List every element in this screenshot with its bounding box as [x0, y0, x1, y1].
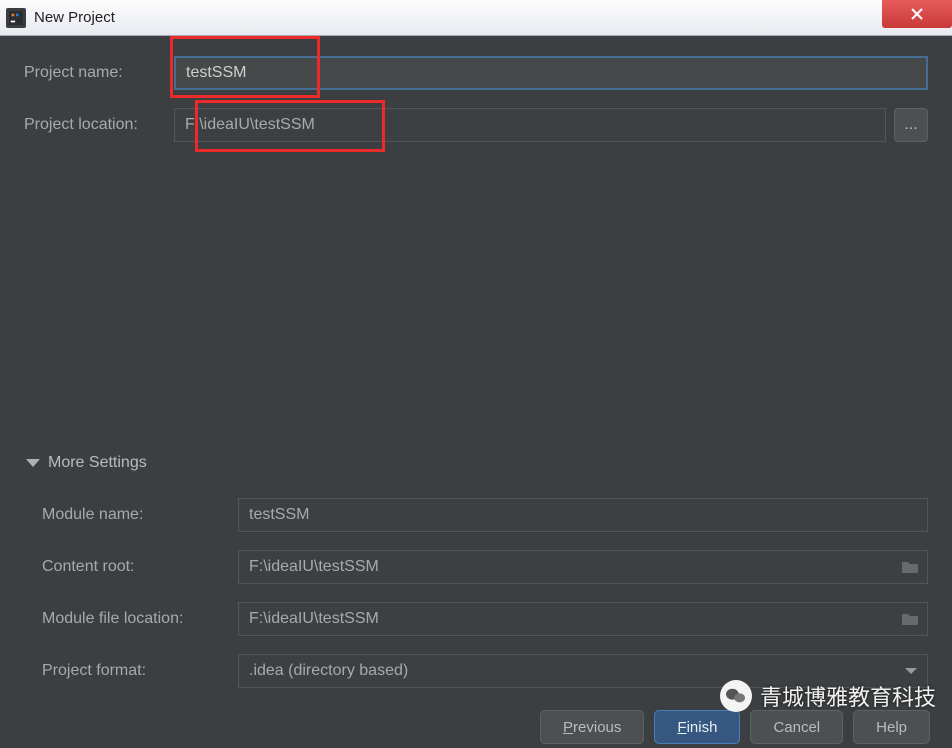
close-icon: [910, 7, 924, 21]
titlebar: New Project: [0, 0, 952, 36]
project-name-row: Project name:: [24, 56, 928, 90]
chevron-down-icon: [905, 668, 917, 674]
browse-location-button[interactable]: ...: [894, 108, 928, 142]
more-settings-block: Module name: testSSM Content root: F:\id…: [24, 480, 928, 748]
project-location-label: Project location:: [24, 116, 174, 134]
form-spacer: [24, 160, 928, 444]
dialog-buttons: Previous Finish Cancel Help: [540, 710, 930, 744]
previous-label: revious: [573, 719, 621, 736]
content-root-input[interactable]: F:\ideaIU\testSSM: [238, 550, 928, 584]
finish-label: inish: [687, 719, 718, 736]
help-button[interactable]: Help: [853, 710, 930, 744]
cancel-label: Cancel: [773, 719, 820, 736]
folder-icon: [901, 560, 919, 574]
project-location-row: Project location: F:\ideaIU\testSSM ...: [24, 108, 928, 142]
project-format-row: Project format: .idea (directory based): [42, 654, 928, 688]
ellipsis-icon: ...: [904, 116, 917, 134]
folder-icon: [901, 612, 919, 626]
module-name-value: testSSM: [249, 506, 309, 524]
intellij-icon: [6, 8, 26, 28]
close-button[interactable]: [882, 0, 952, 28]
cancel-button[interactable]: Cancel: [750, 710, 843, 744]
window-title: New Project: [34, 9, 115, 26]
project-format-select[interactable]: .idea (directory based): [238, 654, 928, 688]
module-file-location-input[interactable]: F:\ideaIU\testSSM: [238, 602, 928, 636]
module-file-location-row: Module file location: F:\ideaIU\testSSM: [42, 602, 928, 636]
more-settings-label: More Settings: [48, 454, 147, 472]
content-root-value: F:\ideaIU\testSSM: [249, 558, 379, 576]
finish-button[interactable]: Finish: [654, 710, 740, 744]
project-location-input[interactable]: F:\ideaIU\testSSM: [174, 108, 886, 142]
help-label: Help: [876, 719, 907, 736]
content-root-row: Content root: F:\ideaIU\testSSM: [42, 550, 928, 584]
project-format-value: .idea (directory based): [249, 662, 408, 680]
module-file-location-value: F:\ideaIU\testSSM: [249, 610, 379, 628]
more-settings-toggle[interactable]: More Settings: [24, 454, 928, 472]
module-name-input[interactable]: testSSM: [238, 498, 928, 532]
previous-button[interactable]: Previous: [540, 710, 644, 744]
project-format-label: Project format:: [42, 662, 238, 680]
module-file-location-label: Module file location:: [42, 610, 238, 628]
module-name-row: Module name: testSSM: [42, 498, 928, 532]
module-name-label: Module name:: [42, 506, 238, 524]
project-name-input[interactable]: [174, 56, 928, 90]
dialog-content: Project name: Project location: F:\ideaI…: [0, 36, 952, 748]
project-location-value: F:\ideaIU\testSSM: [185, 116, 315, 134]
content-root-label: Content root:: [42, 558, 238, 576]
chevron-down-icon: [26, 459, 40, 467]
project-name-label: Project name:: [24, 64, 174, 82]
